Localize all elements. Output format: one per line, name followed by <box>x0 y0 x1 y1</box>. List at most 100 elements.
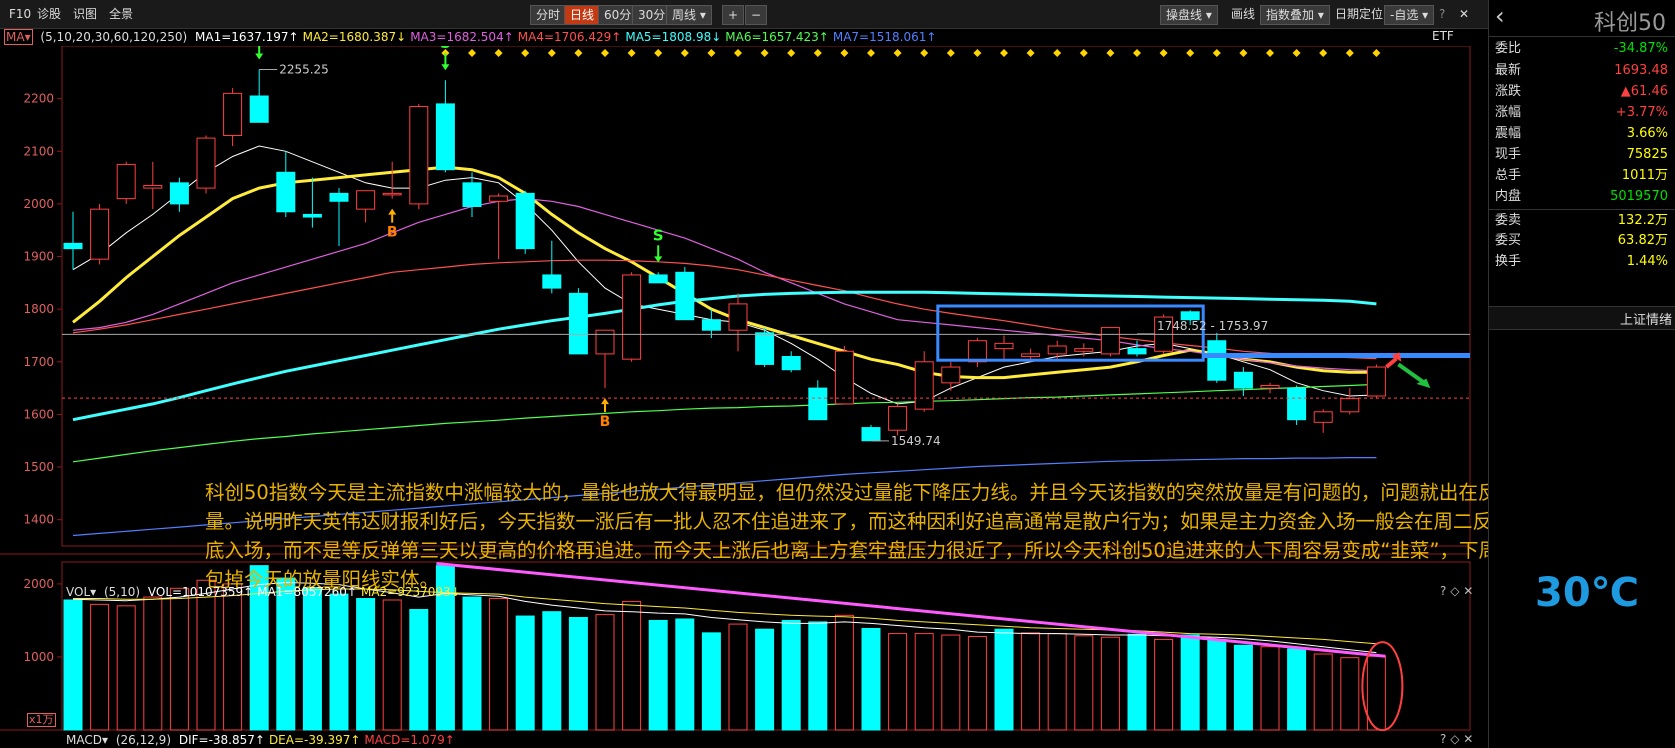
watchlist-dropdown[interactable]: -自选 ▾ <box>1384 5 1435 25</box>
back-icon[interactable]: ‹ <box>1495 2 1505 30</box>
vol-help-icon[interactable]: ? <box>1440 584 1446 598</box>
signal-diamond <box>1319 49 1328 57</box>
volume-bar <box>834 614 854 731</box>
ma-info-bar: MA▾ (5,10,20,30,60,120,250) MA1=1637.197… <box>4 29 1474 45</box>
volume-bar <box>63 599 83 731</box>
help-icon[interactable]: ? <box>1434 5 1450 23</box>
ma_bar-value-5: MA6=1657.423↑ <box>725 30 829 44</box>
zoom-in-button[interactable]: + <box>722 5 744 25</box>
vol-selector[interactable]: VOL▾ <box>66 585 96 599</box>
candle-body <box>595 329 615 355</box>
volume-bar <box>1260 646 1280 731</box>
price-label: 2255.25 <box>279 63 329 77</box>
macd-close-icon[interactable]: ✕ <box>1463 732 1473 746</box>
candle-body <box>435 103 455 171</box>
candle-body <box>1260 384 1280 389</box>
quote-panel: ‹ 科创50 委比 -34.87% 最新 1693.48 涨跌 ▲61.46 涨幅 +3.77… <box>1488 0 1675 748</box>
candle <box>249 69 269 123</box>
overview-button[interactable]: 全景 <box>104 5 138 23</box>
ma_bar-value-2: MA3=1682.504↑ <box>410 30 514 44</box>
index-overlay-dropdown[interactable]: 指数叠加 ▾ <box>1260 5 1330 25</box>
volume-bar <box>196 579 216 731</box>
candle-body <box>1127 348 1147 355</box>
temperature-value: 30℃ <box>1535 570 1640 616</box>
candle <box>356 190 376 223</box>
candle <box>196 135 216 194</box>
signal-diamond <box>867 49 875 57</box>
signal-diamond <box>1239 49 1248 57</box>
quote-row-value: +3.77% <box>1615 105 1668 120</box>
quote-row-label: 涨幅 <box>1495 105 1522 120</box>
quote-row-label: 最新 <box>1495 63 1522 78</box>
candle <box>143 161 163 210</box>
signal-diamond <box>1266 49 1274 57</box>
ma-selector[interactable]: MA▾ <box>4 29 33 45</box>
candle <box>888 403 908 436</box>
draw-line-button[interactable]: 画线 <box>1226 5 1260 23</box>
candle <box>116 161 136 204</box>
tab-weekly[interactable]: 周线 ▾ <box>666 5 712 25</box>
volume-bar <box>489 598 509 731</box>
candlesticks <box>63 69 1386 442</box>
quote-row-value: 5019570 <box>1610 189 1668 204</box>
macd-help-icon[interactable]: ? <box>1440 732 1446 746</box>
quote-row-value: 75825 <box>1626 147 1668 162</box>
volume-bar <box>728 623 748 731</box>
candle <box>861 424 881 442</box>
vol-params: (5,10) <box>103 585 141 599</box>
diagnose-button[interactable]: 诊股 <box>32 5 66 23</box>
volume-bar <box>276 577 296 731</box>
candle-body <box>462 182 482 208</box>
signal-diamond <box>840 49 849 57</box>
volume-bar <box>648 619 668 731</box>
annotations-overlay: 2255.251549.741748.52 - 1753.97SSSBB <box>62 46 1470 448</box>
etf-label[interactable]: ETF <box>1432 29 1454 43</box>
candle-body <box>63 242 83 250</box>
signal-diamond <box>654 49 663 57</box>
macd-params: (26,12,9) <box>115 733 171 747</box>
candle-body <box>223 92 243 136</box>
candle-body <box>781 356 801 371</box>
candle <box>781 351 801 373</box>
signal-diamond <box>1026 49 1035 57</box>
candle-body <box>1233 371 1253 389</box>
volume-bar <box>169 587 189 731</box>
signal-diamond <box>920 49 929 57</box>
quote-row: 换手 1.44% <box>1489 251 1675 273</box>
candle-body <box>196 137 216 189</box>
candle <box>515 190 535 254</box>
candle-body <box>1100 327 1120 355</box>
sell-signal-arrowhead <box>255 53 264 60</box>
signal-diamond <box>946 49 955 57</box>
quote-row-label: 涨跌 <box>1495 84 1522 99</box>
quote-row-label: 委卖 <box>1495 213 1522 228</box>
tab-intraday[interactable]: 分时 <box>530 5 567 25</box>
ma_bar-value-4: MA5=1808.98↓ <box>625 30 722 44</box>
volume-bar <box>90 603 110 731</box>
signal-diamond <box>787 49 796 57</box>
close-icon[interactable]: ✕ <box>1454 5 1474 23</box>
pattern-button[interactable]: 识图 <box>68 5 102 23</box>
signal-diamond <box>734 49 742 57</box>
candle <box>728 293 748 352</box>
candle-body <box>1366 366 1386 397</box>
vol-close-icon[interactable]: ✕ <box>1463 584 1473 598</box>
candle-body <box>1021 353 1041 358</box>
trade-line-dropdown[interactable]: 操盘线 ▾ <box>1160 5 1218 25</box>
quote-row-label: 总手 <box>1495 168 1522 183</box>
vol-settings-icon[interactable]: ◇ <box>1450 584 1459 598</box>
quote-row: 委比 -34.87% <box>1489 38 1675 60</box>
candle <box>1340 388 1360 415</box>
sentiment-header[interactable]: 上证情绪 <box>1489 306 1675 330</box>
macd-settings-icon[interactable]: ◇ <box>1450 732 1459 746</box>
ma_bar-value-0: MA1=1637.197↑ <box>195 30 299 44</box>
candle <box>1127 340 1147 357</box>
candle-body <box>808 387 828 421</box>
quote-row: 总手 1011万 <box>1489 165 1675 187</box>
macd-selector[interactable]: MACD▾ <box>66 733 108 747</box>
date-locate-button[interactable]: 日期定位 <box>1330 5 1388 23</box>
macd-info-bar: MACD▾ (26,12,9) DIF=-38.857↑ DEA=-39.397↑… <box>66 732 463 748</box>
candle <box>1047 340 1067 360</box>
tab-daily[interactable]: 日线 <box>564 5 601 25</box>
zoom-out-button[interactable]: − <box>745 5 767 25</box>
